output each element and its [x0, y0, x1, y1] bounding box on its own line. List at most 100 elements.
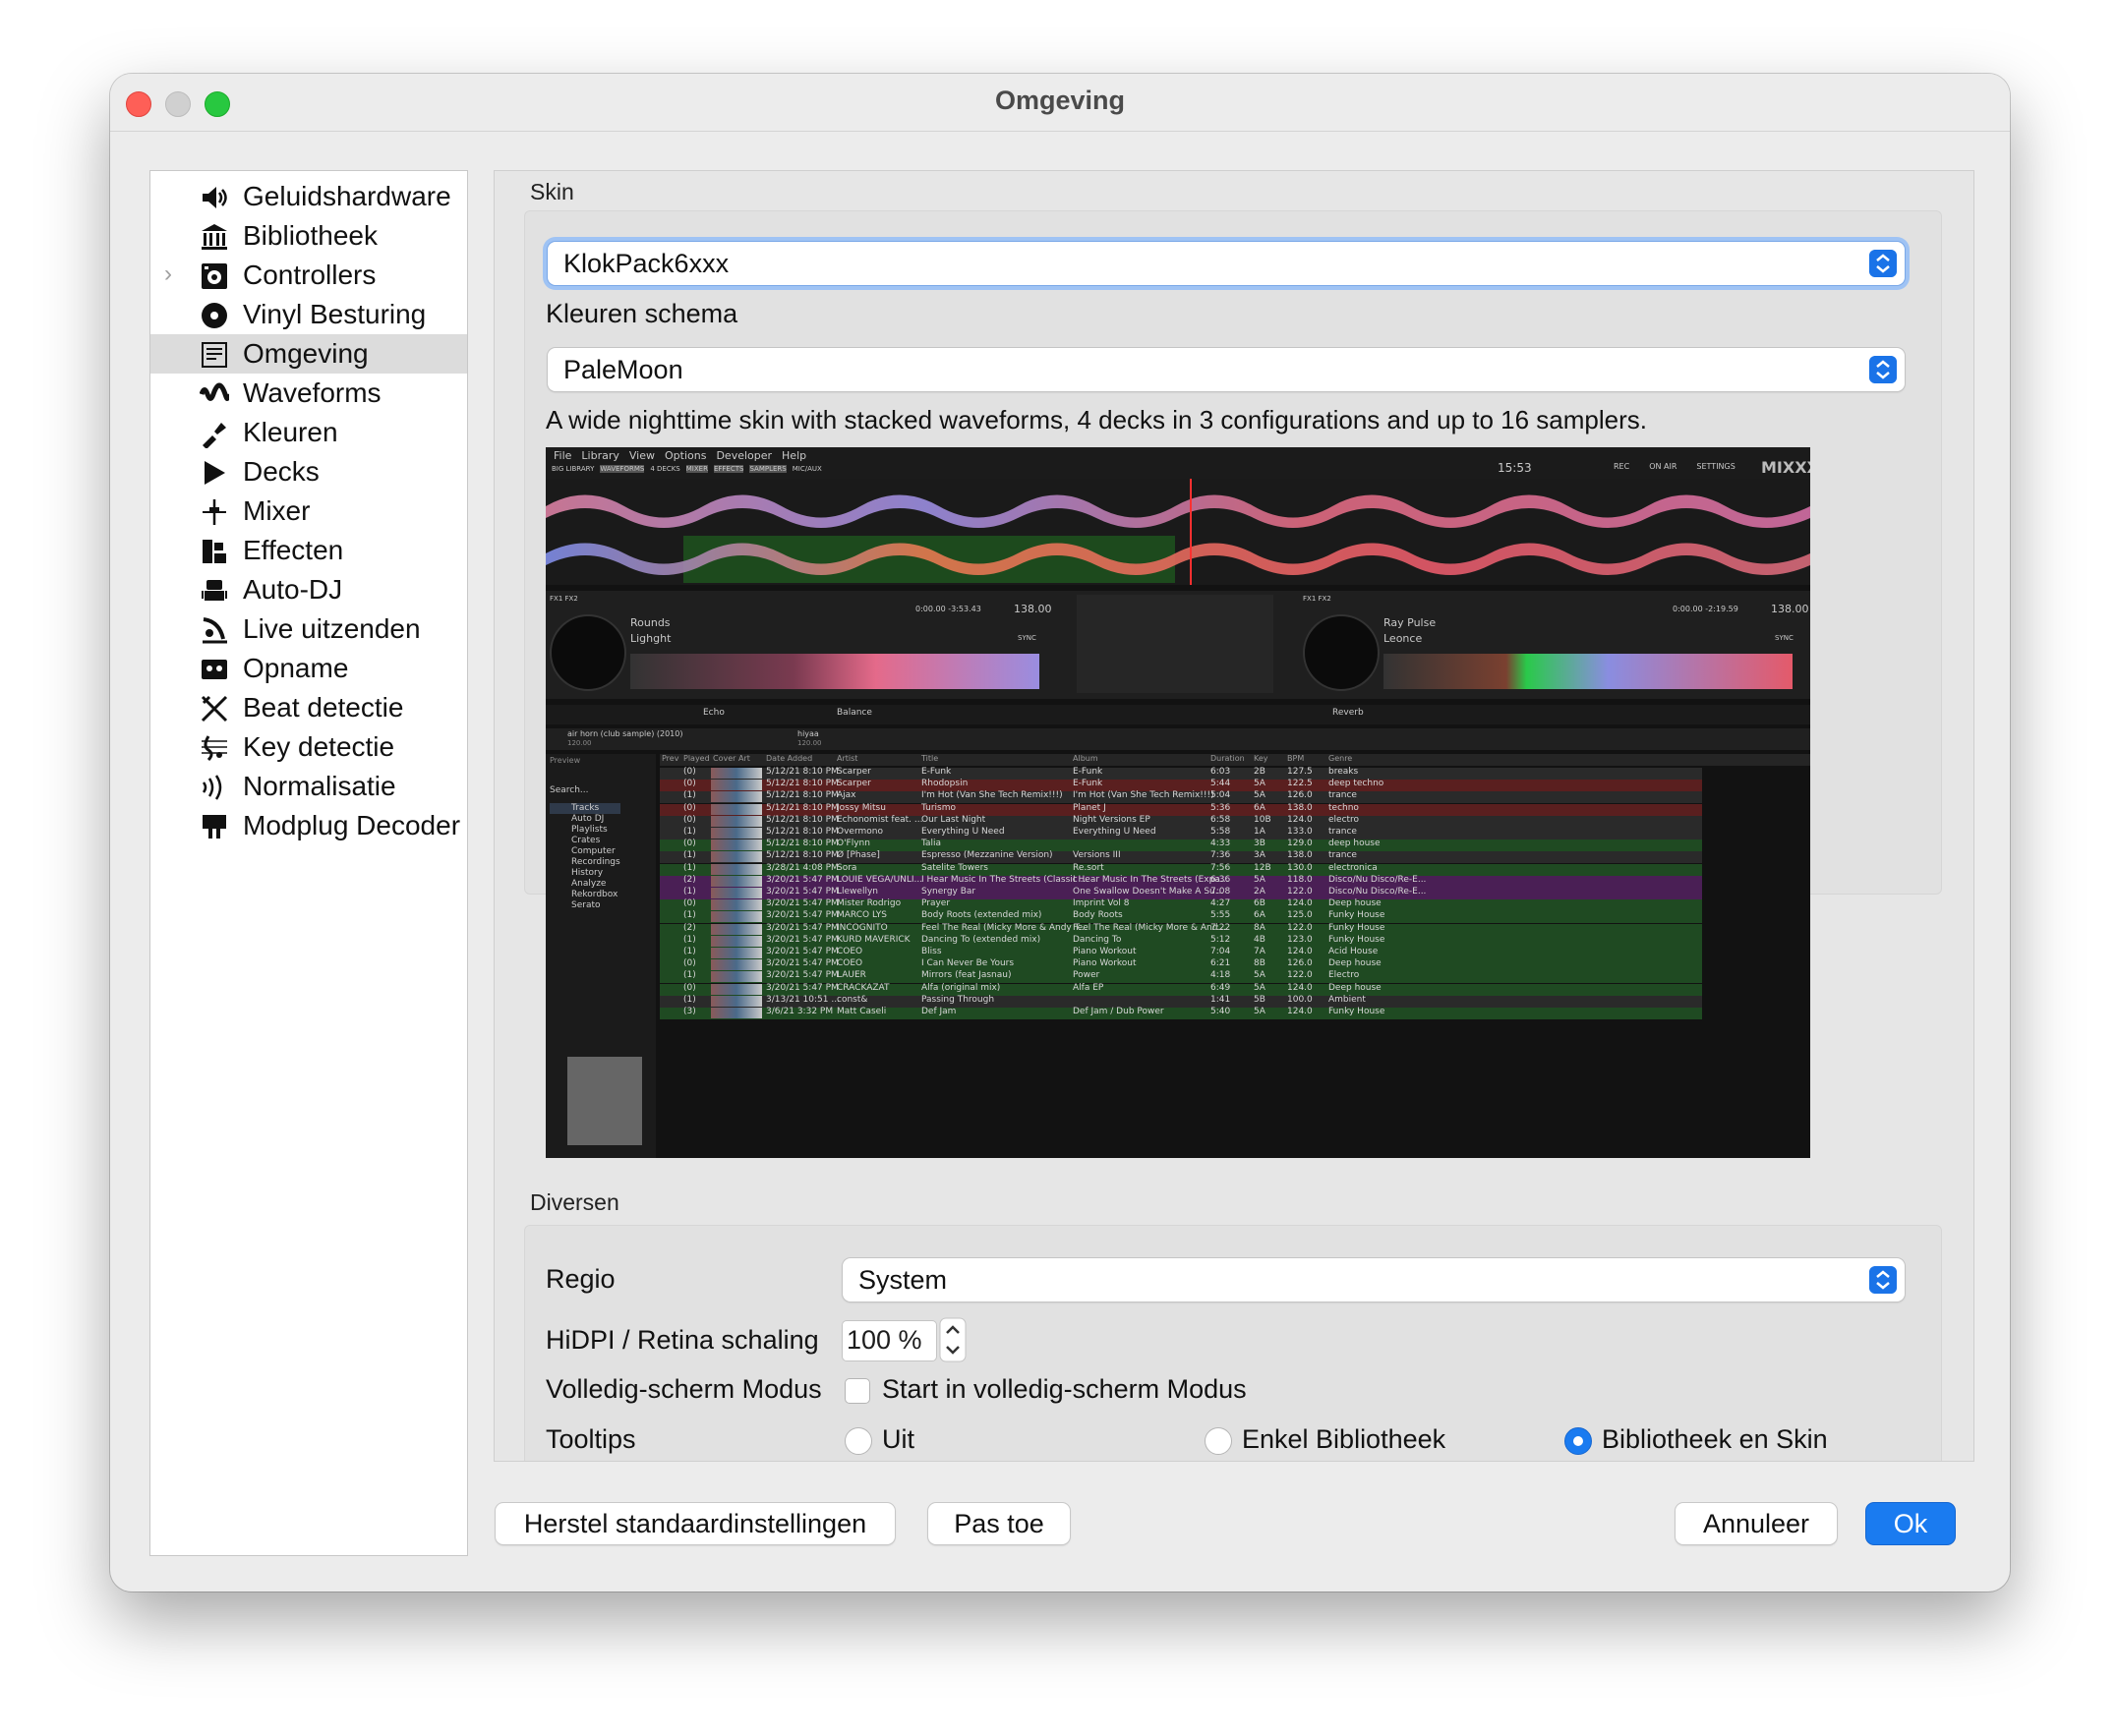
table-cell: 130.0 — [1287, 862, 1313, 873]
sampler2-title: hiyaa — [797, 729, 819, 738]
sidebar-item-geluidshardware[interactable]: Geluidshardware — [150, 177, 467, 216]
table-cell: 6:49 — [1210, 982, 1231, 993]
ok-button[interactable]: Ok — [1866, 1503, 1955, 1544]
sidebar-item-effecten[interactable]: Effecten — [150, 531, 467, 570]
cover-art-thumbnail — [711, 911, 762, 923]
table-cell: trance — [1328, 827, 1357, 837]
table-cell: 5A — [1254, 790, 1265, 801]
sidebar-item-modplug-decoder[interactable]: Modplug Decoder — [150, 806, 467, 845]
table-cell: 3/20/21 5:47 PM — [766, 982, 839, 993]
table-cell: I'm Hot (Van She Tech Remix!!!) — [1073, 790, 1214, 801]
table-cell: 124.0 — [1287, 814, 1313, 825]
column-header: BPM — [1287, 754, 1305, 763]
column-header: Cover Art — [713, 754, 750, 763]
sidebar-item-live-uitzenden[interactable]: Live uitzenden — [150, 609, 467, 649]
table-cell: Funky House — [1328, 934, 1385, 945]
table-cell: 5/12/21 8:10 PM — [766, 850, 839, 861]
apply-button[interactable]: Pas toe — [928, 1503, 1070, 1544]
sidebar-item-beat-detectie[interactable]: Beat detectie — [150, 688, 467, 727]
table-cell: Scarper — [837, 779, 871, 789]
hidpi-label: HiDPI / Retina schaling — [546, 1325, 819, 1355]
chevron-right-icon[interactable]: › — [164, 260, 172, 288]
tooltip-radio-library-skin[interactable] — [1564, 1427, 1592, 1455]
sidebar-item-normalisatie[interactable]: Normalisatie — [150, 767, 467, 806]
preview-waveforms — [546, 479, 1810, 585]
region-value: System — [858, 1265, 948, 1295]
table-cell: Jossy Mitsu — [837, 802, 886, 813]
table-cell: Re.sort — [1073, 862, 1104, 873]
sidebar-item-waveforms[interactable]: Waveforms — [150, 374, 467, 413]
skin-select-value: KlokPack6xxx — [563, 249, 730, 278]
hidpi-spinbox[interactable]: 100 % — [843, 1321, 936, 1360]
table-cell: 138.0 — [1287, 802, 1313, 813]
table-cell: 6B — [1254, 898, 1265, 909]
table-cell: (0) — [683, 982, 696, 993]
hidpi-stepper-icon[interactable] — [939, 1317, 967, 1362]
sidebar-item-opname[interactable]: Opname — [150, 649, 467, 688]
reset-defaults-button[interactable]: Herstel standaardinstellingen — [496, 1503, 895, 1544]
table-cell: Everything U Need — [1073, 827, 1156, 837]
deck1-bpm: 138.00 — [1014, 603, 1052, 615]
sidebar-item-vinyl-besturing[interactable]: Vinyl Besturing — [150, 295, 467, 334]
region-select[interactable]: System — [843, 1258, 1905, 1302]
table-cell: Espresso (Mezzanine Version) — [921, 850, 1053, 861]
sidebar-item-controllers[interactable]: › Controllers — [150, 256, 467, 295]
table-cell: 3B — [1254, 839, 1265, 849]
sidebar-item-bibliotheek[interactable]: Bibliotheek — [150, 216, 467, 256]
deck1-sync: SYNC — [1018, 634, 1036, 642]
table-cell: 1:41 — [1210, 994, 1231, 1005]
table-cell: I Hear Music In The Streets (Classic ... — [921, 874, 1089, 885]
sidebar-item-omgeving[interactable]: Omgeving — [150, 334, 467, 374]
table-cell: Body Roots — [1073, 910, 1123, 921]
table-cell: 129.0 — [1287, 839, 1313, 849]
table-cell: 12B — [1254, 862, 1271, 873]
tooltip-radio-library[interactable] — [1205, 1427, 1232, 1455]
table-cell: COEO — [837, 958, 863, 969]
skin-select[interactable]: KlokPack6xxx — [548, 242, 1905, 285]
table-cell: Def Jam — [921, 1007, 957, 1016]
table-cell: 7A — [1254, 947, 1265, 956]
table-cell: 5:55 — [1210, 910, 1231, 921]
table-cell: Body Roots (extended mix) — [921, 910, 1042, 921]
effect-unit-2: Balance — [837, 708, 872, 718]
table-cell: 5/12/21 8:10 PM — [766, 814, 839, 825]
table-cell: 127.5 — [1287, 767, 1313, 777]
cover-art-thumbnail — [711, 1008, 762, 1018]
table-cell: (1) — [683, 970, 696, 981]
preview-toolbar-item: 4 DECKS — [650, 465, 680, 473]
sidebar-item-kleuren[interactable]: Kleuren — [150, 413, 467, 452]
deck1-title: Rounds — [630, 616, 671, 629]
sidebar-item-key-detectie[interactable]: Key detectie — [150, 727, 467, 767]
cancel-button[interactable]: Annuleer — [1676, 1503, 1837, 1544]
tooltips-label: Tooltips — [546, 1424, 636, 1454]
table-cell: (1) — [683, 934, 696, 945]
tooltip-radio-off[interactable] — [845, 1427, 872, 1455]
table-cell: 5B — [1254, 994, 1265, 1005]
sidebar-item-mixer[interactable]: Mixer — [150, 492, 467, 531]
table-cell: 126.0 — [1287, 958, 1313, 969]
table-cell: (1) — [683, 887, 696, 897]
color-scheme-select[interactable]: PaleMoon — [548, 348, 1905, 391]
preview-mixer — [1077, 595, 1273, 693]
table-cell: Llewellyn — [837, 887, 878, 897]
mixer-icon — [203, 499, 226, 525]
tree-item: Analyze — [571, 879, 607, 889]
table-cell: Deep house — [1328, 982, 1382, 993]
sidebar-item-label: Auto-DJ — [243, 574, 343, 605]
table-cell: KURD MAVERICK — [837, 934, 911, 945]
library-icon — [202, 224, 227, 250]
fullscreen-checkbox[interactable] — [845, 1378, 870, 1404]
sidebar-item-auto-dj[interactable]: Auto-DJ — [150, 570, 467, 609]
sampler2-bpm: 120.00 — [797, 739, 822, 747]
table-cell: 3/20/21 5:47 PM — [766, 958, 839, 969]
tree-item: Auto DJ — [571, 814, 605, 824]
sidebar-item-decks[interactable]: Decks — [150, 452, 467, 492]
table-cell: 122.5 — [1287, 779, 1313, 789]
table-cell: Night Versions EP — [1073, 814, 1150, 825]
table-cell: 4B — [1254, 934, 1265, 945]
settings-panel: Skin KlokPack6xxx Kleuren schema PaleMoo… — [494, 170, 1974, 1462]
table-cell: (1) — [683, 862, 696, 873]
table-cell: 1A — [1254, 827, 1265, 837]
table-cell: 6A — [1254, 802, 1265, 813]
waveform-icon — [200, 382, 229, 401]
